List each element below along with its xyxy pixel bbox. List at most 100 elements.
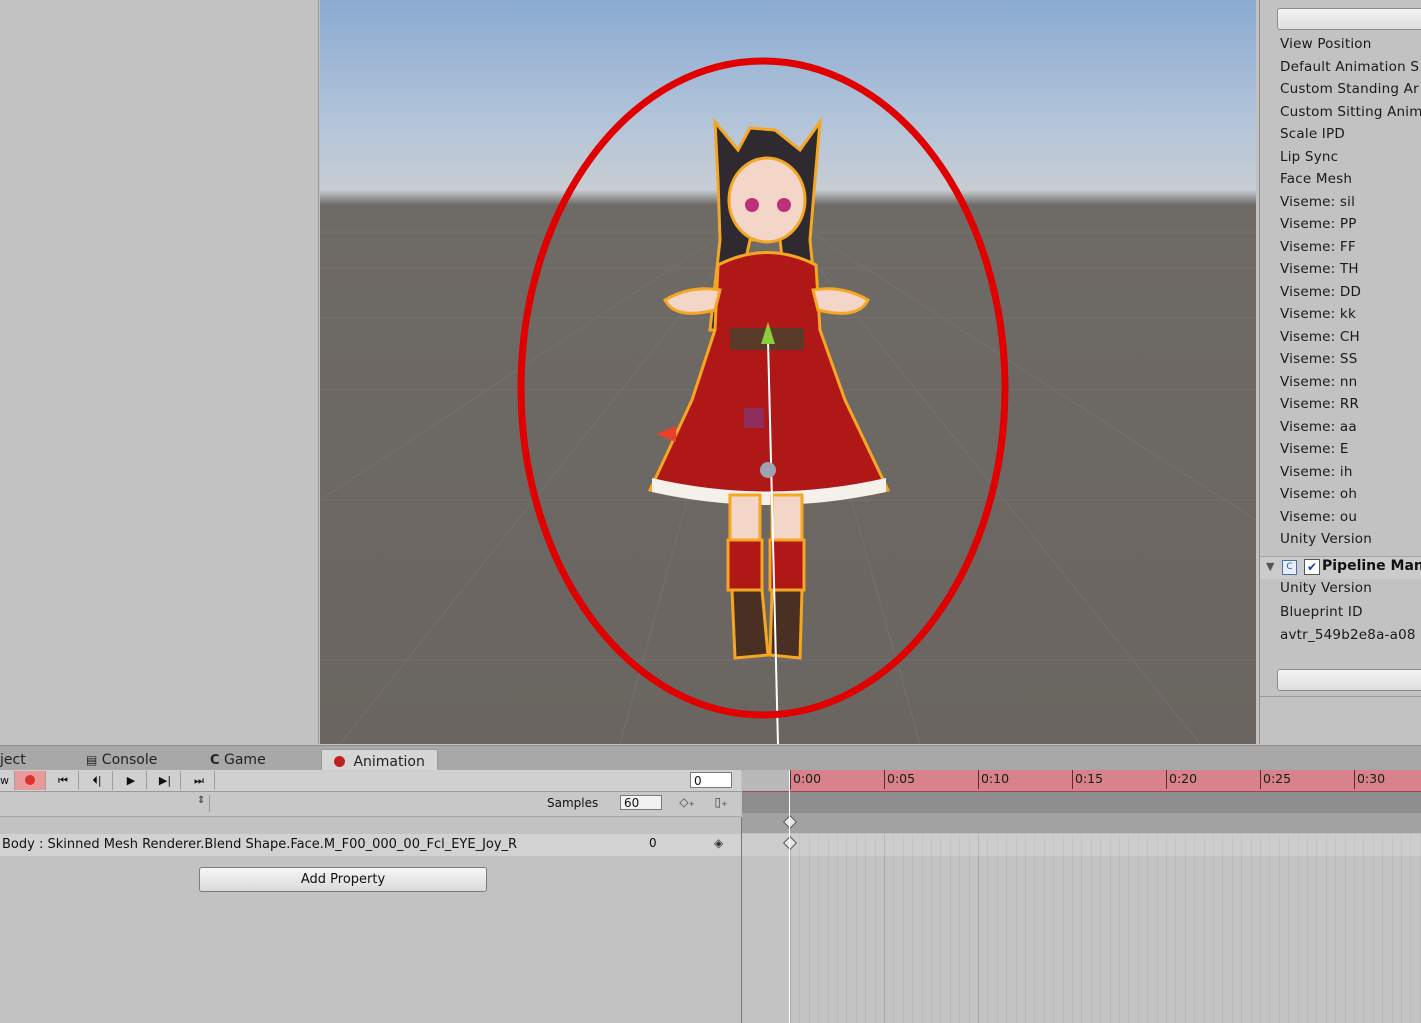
inspector-bottom-button[interactable]: [1277, 669, 1421, 691]
pipeline-component-header[interactable]: ▼ C ✔ Pipeline Man: [1260, 556, 1421, 579]
timeline-grid-line: [790, 834, 791, 1023]
add-event-button[interactable]: ▯₊: [706, 793, 736, 812]
tab-project[interactable]: ject: [0, 746, 26, 771]
record-button[interactable]: [15, 771, 46, 790]
script-icon: C: [1282, 560, 1297, 575]
avatar-field-label: Viseme: kk: [1280, 306, 1356, 322]
inspector-panel: View Position Default Animation S Custom S…: [1259, 0, 1421, 744]
timeline-tick-label: 0:15: [1072, 770, 1103, 789]
pipeline-field-unity-version: Unity Version: [1280, 580, 1373, 596]
timeline-grid-line: [1325, 834, 1327, 1023]
timeline-grid-line: [1053, 834, 1055, 1023]
inspector-top-button[interactable]: [1277, 8, 1421, 30]
add-property-button[interactable]: Add Property: [199, 867, 487, 892]
console-icon: ▤: [86, 753, 98, 767]
timeline-grid-line: [1184, 834, 1186, 1023]
property-row[interactable]: Body : Skinned Mesh Renderer.Blend Shape…: [0, 834, 741, 856]
tab-game[interactable]: C Game: [210, 746, 266, 771]
avatar-field-label: Viseme: FF: [1280, 238, 1356, 255]
avatar-field-label: Viseme: SS: [1280, 351, 1358, 367]
current-frame-field[interactable]: 0: [690, 772, 732, 788]
samples-field[interactable]: 60: [620, 795, 662, 810]
step-back-icon: ⏴|: [92, 774, 102, 787]
preview-label: w: [0, 774, 9, 787]
timeline-grid-line: [1410, 834, 1412, 1023]
avatar-field-label: View Position: [1280, 36, 1372, 52]
timeline-grid-line: [1401, 834, 1402, 1023]
timeline-grid-line: [978, 834, 979, 1023]
timeline-grid-line: [1278, 834, 1280, 1023]
timeline-tick-label: 0:00: [790, 770, 821, 789]
add-keyframe-button[interactable]: ◇₊: [672, 793, 702, 812]
timeline-grid-line: [884, 834, 885, 1023]
avatar-field-label: Viseme: DD: [1280, 283, 1362, 300]
timeline-grid-line: [1241, 834, 1243, 1023]
preview-button[interactable]: w: [0, 771, 15, 790]
last-keyframe-button[interactable]: ⏭: [184, 771, 215, 790]
foldout-arrow-icon[interactable]: ▼: [1266, 560, 1274, 573]
timeline-grid-line: [1166, 834, 1167, 1023]
avatar-field-label: Viseme: PP: [1280, 216, 1357, 232]
timeline-grid-line: [1391, 834, 1393, 1023]
play-icon: ▶: [126, 774, 136, 787]
timeline-grid-line: [1034, 834, 1036, 1023]
avatar-field-label: Viseme: CH: [1280, 328, 1360, 345]
blueprint-id-value[interactable]: avtr_549b2e8a-a08: [1280, 624, 1416, 646]
gizmo-plane-handle: [744, 408, 764, 428]
timeline-grid-line: [1203, 834, 1205, 1023]
timeline-grid-line: [987, 834, 989, 1023]
timeline-grid-line: [1119, 834, 1120, 1023]
timeline-grid: [742, 834, 1421, 1023]
timeline-grid-line: [1109, 834, 1111, 1023]
previous-keyframe-button[interactable]: ⏴|: [82, 771, 113, 790]
timeline-grid-line: [912, 834, 914, 1023]
gizmo-x-arrow: [656, 426, 676, 442]
divider: [1260, 696, 1421, 697]
dropdown-arrows-icon: ⇕: [197, 795, 206, 806]
add-keyframe-icon: ◇₊: [679, 795, 695, 809]
timeline-grid-line: [921, 834, 923, 1023]
tab-animation[interactable]: Animation: [321, 749, 438, 772]
property-keyframe-icon[interactable]: ◈: [714, 836, 723, 850]
game-icon: C: [210, 753, 220, 768]
component-enabled-checkbox[interactable]: ✔: [1304, 559, 1320, 575]
timeline-tick-label: 0:10: [978, 770, 1009, 789]
avatar-field-label: Default Animation S: [1280, 58, 1420, 75]
clip-dropdown[interactable]: ⇕: [0, 795, 210, 812]
timeline-grid-line: [1156, 834, 1158, 1023]
timeline-grid-line: [949, 834, 951, 1023]
timeline-grid-line: [1269, 834, 1271, 1023]
avatar-field-label: Custom Sitting Anim: [1280, 103, 1421, 120]
timeline-grid-line: [893, 834, 895, 1023]
play-button[interactable]: ▶: [116, 771, 147, 790]
timeline-ticks: 0:00 0:05 0:10 0:15 0:20 0:25 0:30: [742, 770, 1421, 791]
timeline-grid-line: [1147, 834, 1149, 1023]
scene-view[interactable]: [320, 0, 1256, 744]
timeline-grid-line: [940, 834, 942, 1023]
skip-to-start-icon: ⏮: [58, 774, 68, 787]
playhead[interactable]: [789, 770, 790, 1023]
timeline-grid-line: [1335, 834, 1337, 1023]
timeline-grid-line: [1213, 834, 1214, 1023]
timeline-grid-line: [1382, 834, 1384, 1023]
timeline-grid-line: [1128, 834, 1130, 1023]
next-keyframe-button[interactable]: ▶|: [150, 771, 181, 790]
timeline-grid-line: [1025, 834, 1026, 1023]
property-value[interactable]: 0: [649, 836, 657, 850]
timeline-grid-line: [1090, 834, 1092, 1023]
avatar-field-label: Viseme: oh: [1280, 486, 1358, 502]
avatar-field-label: Face Mesh: [1280, 171, 1353, 187]
skip-to-end-icon: ⏭: [194, 774, 204, 787]
tab-game-label: Game: [224, 752, 266, 768]
avatar-field-label: Viseme: ih: [1280, 463, 1353, 480]
avatar-field-label: Viseme: E: [1280, 441, 1349, 457]
tab-console[interactable]: ▤ Console: [86, 746, 157, 771]
avatar-field-label: Custom Standing Ar: [1280, 81, 1419, 97]
timeline-dopesheet[interactable]: [742, 834, 1421, 1023]
timeline-grid-line: [1307, 834, 1308, 1023]
timeline-grid-line: [1175, 834, 1177, 1023]
timeline-grid-line: [837, 834, 838, 1023]
timeline-grid-line: [931, 834, 932, 1023]
first-keyframe-button[interactable]: ⏮: [48, 771, 79, 790]
timeline-grid-line: [827, 834, 829, 1023]
